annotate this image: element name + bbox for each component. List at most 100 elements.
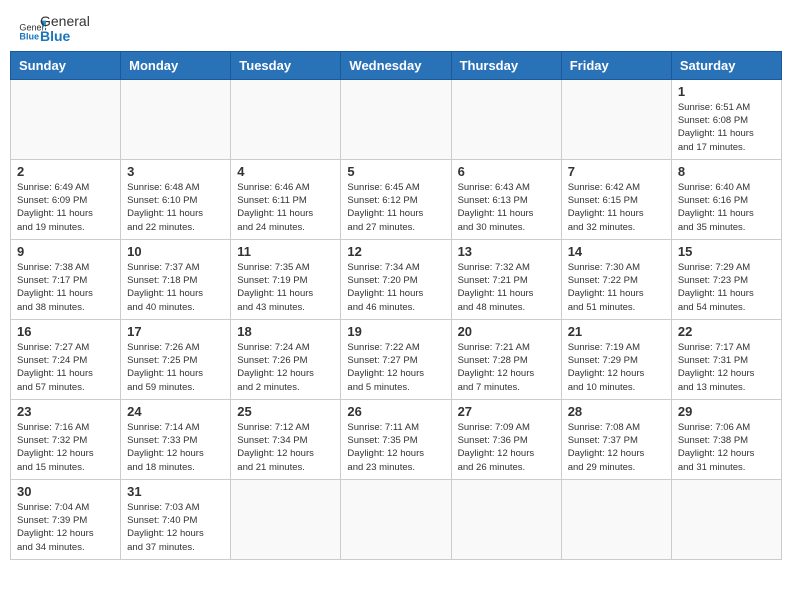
day-number: 20 xyxy=(458,324,555,339)
logo: General Blue General Blue xyxy=(18,14,90,45)
calendar-cell: 18 Sunrise: 7:24 AM Sunset: 7:26 PM Dayli… xyxy=(231,319,341,399)
svg-text:Blue: Blue xyxy=(19,32,39,42)
weekday-header-sunday: Sunday xyxy=(11,51,121,79)
calendar-cell: 19Sunrise: 7:22 AM Sunset: 7:27 PM Dayli… xyxy=(341,319,451,399)
calendar-cell: 1Sunrise: 6:51 AM Sunset: 6:08 PM Daylig… xyxy=(671,79,781,159)
day-number: 8 xyxy=(678,164,775,179)
day-number: 15 xyxy=(678,244,775,259)
calendar-week-row: 16 Sunrise: 7:27 AM Sunset: 7:24 PM Dayli… xyxy=(11,319,782,399)
day-number: 5 xyxy=(347,164,444,179)
day-number: 27 xyxy=(458,404,555,419)
calendar-week-row: 23 Sunrise: 7:16 AM Sunset: 7:32 PM Dayli… xyxy=(11,399,782,479)
calendar-body: 1Sunrise: 6:51 AM Sunset: 6:08 PM Daylig… xyxy=(11,79,782,559)
calendar-cell: 5Sunrise: 6:45 AM Sunset: 6:12 PM Daylig… xyxy=(341,159,451,239)
calendar-cell: 23 Sunrise: 7:16 AM Sunset: 7:32 PM Dayli… xyxy=(11,399,121,479)
calendar-cell: 27Sunrise: 7:09 AM Sunset: 7:36 PM Dayli… xyxy=(451,399,561,479)
day-info: Sunrise: 7:17 AM Sunset: 7:31 PM Dayligh… xyxy=(678,341,775,394)
calendar-cell: 22 Sunrise: 7:17 AM Sunset: 7:31 PM Dayli… xyxy=(671,319,781,399)
day-info: Sunrise: 6:43 AM Sunset: 6:13 PM Dayligh… xyxy=(458,181,555,234)
calendar-week-row: 1Sunrise: 6:51 AM Sunset: 6:08 PM Daylig… xyxy=(11,79,782,159)
calendar-week-row: 2 Sunrise: 6:49 AM Sunset: 6:09 PM Daylig… xyxy=(11,159,782,239)
calendar-cell: 8 Sunrise: 6:40 AM Sunset: 6:16 PM Daylig… xyxy=(671,159,781,239)
day-number: 26 xyxy=(347,404,444,419)
calendar-cell xyxy=(121,79,231,159)
day-info: Sunrise: 7:32 AM Sunset: 7:21 PM Dayligh… xyxy=(458,261,555,314)
day-number: 24 xyxy=(127,404,224,419)
calendar-cell xyxy=(231,79,341,159)
calendar-cell: 24 Sunrise: 7:14 AM Sunset: 7:33 PM Dayli… xyxy=(121,399,231,479)
day-info: Sunrise: 7:03 AM Sunset: 7:40 PM Dayligh… xyxy=(127,501,224,554)
day-info: Sunrise: 7:14 AM Sunset: 7:33 PM Dayligh… xyxy=(127,421,224,474)
calendar-cell: 3 Sunrise: 6:48 AM Sunset: 6:10 PM Daylig… xyxy=(121,159,231,239)
day-number: 16 xyxy=(17,324,114,339)
calendar-cell: 30 Sunrise: 7:04 AM Sunset: 7:39 PM Dayli… xyxy=(11,479,121,559)
calendar-cell xyxy=(451,479,561,559)
day-number: 6 xyxy=(458,164,555,179)
day-number: 30 xyxy=(17,484,114,499)
day-number: 22 xyxy=(678,324,775,339)
day-number: 1 xyxy=(678,84,775,99)
day-info: Sunrise: 7:30 AM Sunset: 7:22 PM Dayligh… xyxy=(568,261,665,314)
weekday-header-row: SundayMondayTuesdayWednesdayThursdayFrid… xyxy=(11,51,782,79)
day-info: Sunrise: 7:24 AM Sunset: 7:26 PM Dayligh… xyxy=(237,341,334,394)
day-number: 31 xyxy=(127,484,224,499)
calendar-cell: 12 Sunrise: 7:34 AM Sunset: 7:20 PM Dayli… xyxy=(341,239,451,319)
day-info: Sunrise: 6:49 AM Sunset: 6:09 PM Dayligh… xyxy=(17,181,114,234)
calendar-header: SundayMondayTuesdayWednesdayThursdayFrid… xyxy=(11,51,782,79)
day-info: Sunrise: 6:48 AM Sunset: 6:10 PM Dayligh… xyxy=(127,181,224,234)
day-number: 18 xyxy=(237,324,334,339)
day-number: 9 xyxy=(17,244,114,259)
day-number: 25 xyxy=(237,404,334,419)
calendar-table: SundayMondayTuesdayWednesdayThursdayFrid… xyxy=(10,51,782,560)
calendar-cell xyxy=(561,79,671,159)
calendar-week-row: 30 Sunrise: 7:04 AM Sunset: 7:39 PM Dayli… xyxy=(11,479,782,559)
day-info: Sunrise: 7:35 AM Sunset: 7:19 PM Dayligh… xyxy=(237,261,334,314)
calendar-cell: 11Sunrise: 7:35 AM Sunset: 7:19 PM Dayli… xyxy=(231,239,341,319)
calendar-cell: 15 Sunrise: 7:29 AM Sunset: 7:23 PM Dayli… xyxy=(671,239,781,319)
calendar-cell: 10Sunrise: 7:37 AM Sunset: 7:18 PM Dayli… xyxy=(121,239,231,319)
calendar-cell: 7Sunrise: 6:42 AM Sunset: 6:15 PM Daylig… xyxy=(561,159,671,239)
weekday-header-saturday: Saturday xyxy=(671,51,781,79)
day-number: 29 xyxy=(678,404,775,419)
day-info: Sunrise: 7:06 AM Sunset: 7:38 PM Dayligh… xyxy=(678,421,775,474)
calendar-cell: 2 Sunrise: 6:49 AM Sunset: 6:09 PM Daylig… xyxy=(11,159,121,239)
day-number: 23 xyxy=(17,404,114,419)
calendar-cell xyxy=(11,79,121,159)
calendar-cell: 13Sunrise: 7:32 AM Sunset: 7:21 PM Dayli… xyxy=(451,239,561,319)
calendar-wrapper: SundayMondayTuesdayWednesdayThursdayFrid… xyxy=(0,51,792,570)
day-info: Sunrise: 7:11 AM Sunset: 7:35 PM Dayligh… xyxy=(347,421,444,474)
calendar-cell: 20 Sunrise: 7:21 AM Sunset: 7:28 PM Dayli… xyxy=(451,319,561,399)
day-number: 3 xyxy=(127,164,224,179)
day-number: 12 xyxy=(347,244,444,259)
calendar-cell: 29 Sunrise: 7:06 AM Sunset: 7:38 PM Dayli… xyxy=(671,399,781,479)
weekday-header-thursday: Thursday xyxy=(451,51,561,79)
day-info: Sunrise: 7:38 AM Sunset: 7:17 PM Dayligh… xyxy=(17,261,114,314)
calendar-cell: 6 Sunrise: 6:43 AM Sunset: 6:13 PM Daylig… xyxy=(451,159,561,239)
day-number: 4 xyxy=(237,164,334,179)
weekday-header-friday: Friday xyxy=(561,51,671,79)
calendar-cell xyxy=(671,479,781,559)
day-number: 14 xyxy=(568,244,665,259)
day-info: Sunrise: 7:29 AM Sunset: 7:23 PM Dayligh… xyxy=(678,261,775,314)
header: General Blue General Blue xyxy=(0,0,792,51)
day-number: 2 xyxy=(17,164,114,179)
day-number: 17 xyxy=(127,324,224,339)
day-info: Sunrise: 7:04 AM Sunset: 7:39 PM Dayligh… xyxy=(17,501,114,554)
calendar-cell: 28Sunrise: 7:08 AM Sunset: 7:37 PM Dayli… xyxy=(561,399,671,479)
day-info: Sunrise: 7:27 AM Sunset: 7:24 PM Dayligh… xyxy=(17,341,114,394)
day-info: Sunrise: 6:46 AM Sunset: 6:11 PM Dayligh… xyxy=(237,181,334,234)
day-number: 10 xyxy=(127,244,224,259)
day-info: Sunrise: 7:19 AM Sunset: 7:29 PM Dayligh… xyxy=(568,341,665,394)
calendar-cell: 17 Sunrise: 7:26 AM Sunset: 7:25 PM Dayli… xyxy=(121,319,231,399)
weekday-header-wednesday: Wednesday xyxy=(341,51,451,79)
day-info: Sunrise: 7:34 AM Sunset: 7:20 PM Dayligh… xyxy=(347,261,444,314)
calendar-cell: 31 Sunrise: 7:03 AM Sunset: 7:40 PM Dayli… xyxy=(121,479,231,559)
calendar-cell xyxy=(341,79,451,159)
day-info: Sunrise: 7:21 AM Sunset: 7:28 PM Dayligh… xyxy=(458,341,555,394)
day-info: Sunrise: 6:40 AM Sunset: 6:16 PM Dayligh… xyxy=(678,181,775,234)
calendar-week-row: 9 Sunrise: 7:38 AM Sunset: 7:17 PM Daylig… xyxy=(11,239,782,319)
day-info: Sunrise: 7:08 AM Sunset: 7:37 PM Dayligh… xyxy=(568,421,665,474)
day-info: Sunrise: 7:16 AM Sunset: 7:32 PM Dayligh… xyxy=(17,421,114,474)
day-info: Sunrise: 7:26 AM Sunset: 7:25 PM Dayligh… xyxy=(127,341,224,394)
calendar-cell xyxy=(231,479,341,559)
